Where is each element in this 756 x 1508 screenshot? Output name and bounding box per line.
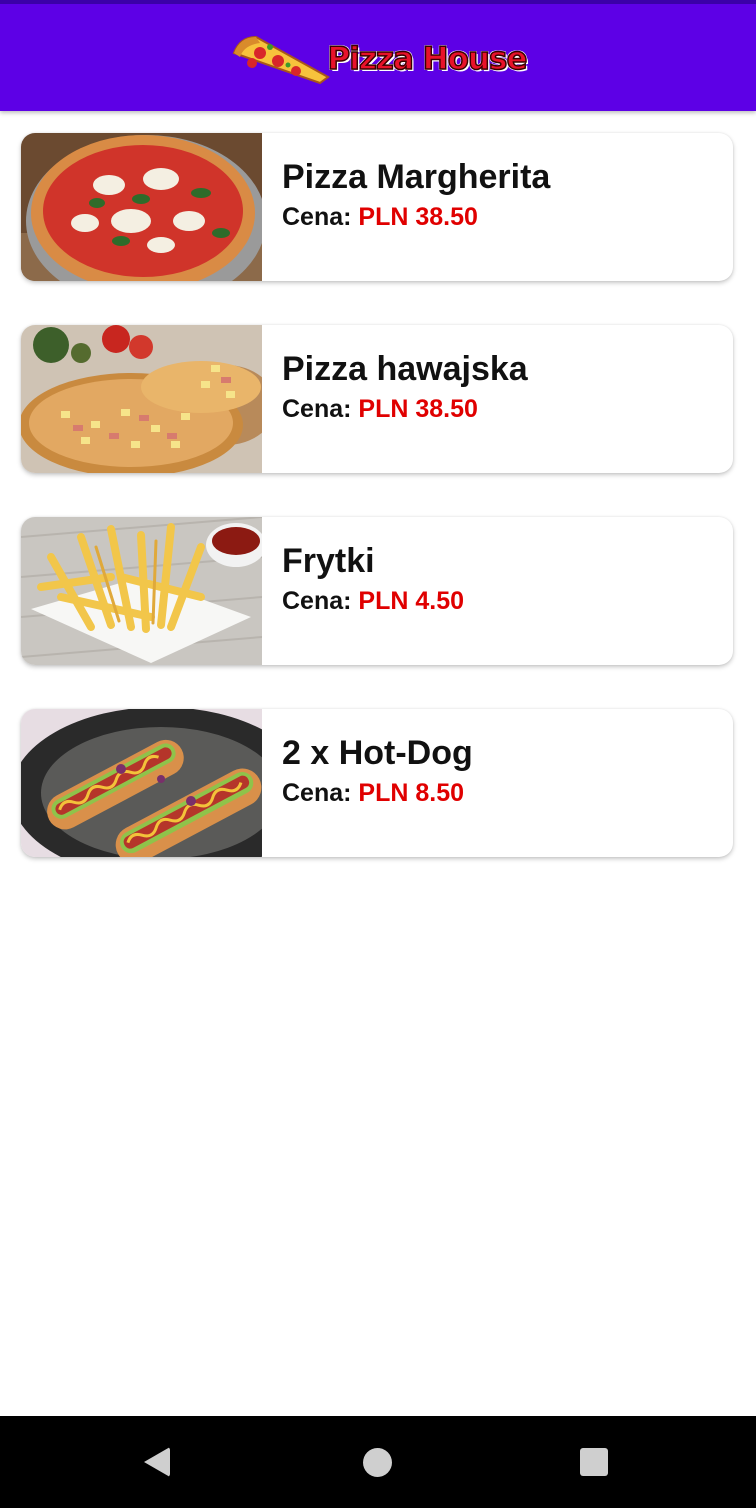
item-name: Pizza Margherita <box>282 158 551 196</box>
pizza-slice-icon <box>230 31 330 87</box>
app-screen: Pizza House Pizza Margherita Cena: PLN 3… <box>0 0 756 1508</box>
price-label: Cena: <box>282 203 352 231</box>
item-price: PLN 38.50 <box>358 395 478 423</box>
item-price: PLN 4.50 <box>358 587 465 615</box>
recents-square-icon <box>580 1448 608 1476</box>
price-label: Cena: <box>282 779 352 807</box>
item-price: PLN 8.50 <box>358 779 465 807</box>
app-logo: Pizza House <box>230 31 528 87</box>
pizza-margherita-photo <box>21 133 262 281</box>
item-name: 2 x Hot-Dog <box>282 734 473 772</box>
pizza-hawajska-photo <box>21 325 262 473</box>
menu-item-info: Frytki Cena: PLN 4.50 <box>262 517 464 665</box>
menu-item-info: 2 x Hot-Dog Cena: PLN 8.50 <box>262 709 473 857</box>
back-button[interactable] <box>112 1416 202 1508</box>
home-circle-icon <box>362 1447 392 1477</box>
back-triangle-icon <box>144 1447 170 1477</box>
item-name: Frytki <box>282 542 375 580</box>
price-row: Cena: PLN 4.50 <box>282 585 464 617</box>
menu-item[interactable]: Frytki Cena: PLN 4.50 <box>21 517 733 665</box>
price-row: Cena: PLN 8.50 <box>282 777 473 809</box>
system-navigation-bar <box>0 1416 756 1508</box>
price-row: Cena: PLN 38.50 <box>282 393 528 425</box>
home-button[interactable] <box>332 1416 422 1508</box>
menu-item[interactable]: Pizza Margherita Cena: PLN 38.50 <box>21 133 733 281</box>
item-name: Pizza hawajska <box>282 350 528 388</box>
app-header: Pizza House <box>0 0 756 111</box>
app-title: Pizza House <box>327 40 528 78</box>
price-row: Cena: PLN 38.50 <box>282 201 550 233</box>
recents-button[interactable] <box>549 1416 639 1508</box>
price-label: Cena: <box>282 395 352 423</box>
price-label: Cena: <box>282 587 352 615</box>
menu-item-info: Pizza hawajska Cena: PLN 38.50 <box>262 325 528 473</box>
fries-photo <box>21 517 262 665</box>
menu-item[interactable]: Pizza hawajska Cena: PLN 38.50 <box>21 325 733 473</box>
menu-list[interactable]: Pizza Margherita Cena: PLN 38.50 Pizza h… <box>21 133 733 901</box>
menu-item[interactable]: 2 x Hot-Dog Cena: PLN 8.50 <box>21 709 733 857</box>
item-price: PLN 38.50 <box>358 203 478 231</box>
hotdog-photo <box>21 709 262 857</box>
menu-item-info: Pizza Margherita Cena: PLN 38.50 <box>262 133 550 281</box>
